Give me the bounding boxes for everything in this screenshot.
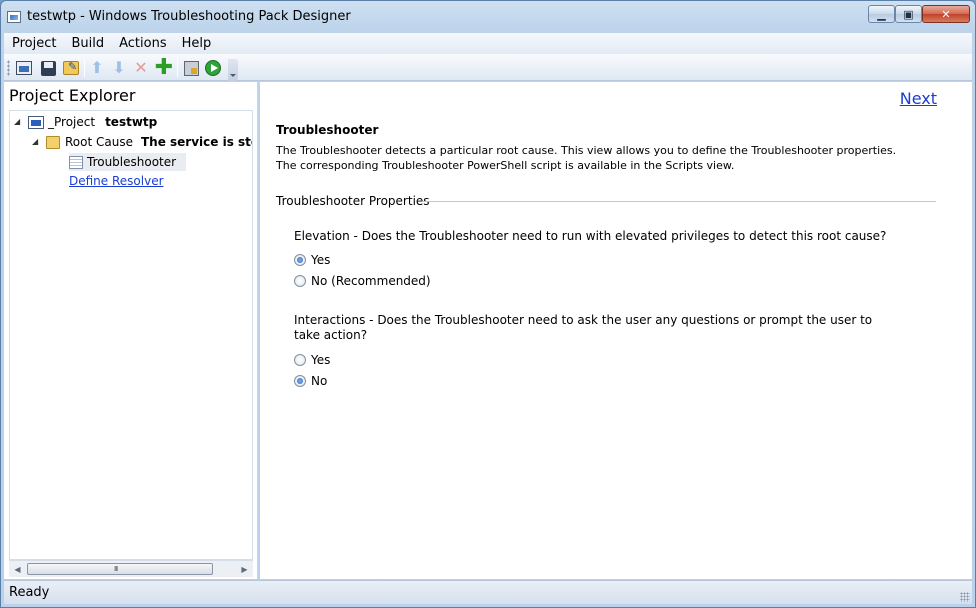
tree-item-define-resolver[interactable]: Define Resolver [69, 172, 164, 190]
app-icon[interactable] [7, 11, 21, 23]
document-icon [69, 155, 83, 169]
tree-item-project-name: testwtp [105, 115, 158, 129]
menu-bar: Project Build Actions Help [4, 33, 972, 54]
build-icon[interactable] [182, 59, 200, 77]
toolbar-grip[interactable] [7, 60, 10, 76]
status-bar: Ready [4, 580, 972, 604]
elevation-question: Elevation - Does the Troubleshooter need… [294, 229, 887, 243]
radio-button-checked[interactable] [294, 254, 306, 266]
interactions-no-label: No [311, 374, 328, 388]
horizontal-scrollbar[interactable]: ◀ III ▶ [9, 560, 253, 577]
window-title: testwtp - Windows Troubleshooting Pack D… [27, 9, 351, 24]
radio-button-checked[interactable] [294, 375, 306, 387]
tree-item-root-cause-label: Root Cause [65, 135, 133, 149]
scroll-right-icon[interactable]: ▶ [236, 561, 253, 577]
interactions-no-radio[interactable]: No [294, 373, 327, 389]
menu-project[interactable]: Project [4, 36, 63, 51]
next-link[interactable]: Next [900, 89, 937, 108]
add-icon[interactable]: ✚ [155, 57, 173, 79]
tree-item-project-label: _Project [48, 115, 96, 129]
collapse-arrow-icon[interactable]: ◢ [14, 117, 24, 127]
project-explorer-pane: Project Explorer ◢ _Project testwtp ◢ Ro… [4, 82, 258, 579]
collapse-arrow-icon[interactable]: ◢ [32, 137, 42, 147]
scrollbar-grip: III [114, 565, 118, 573]
move-up-icon[interactable]: ⬆ [88, 59, 106, 77]
title-bar[interactable]: testwtp - Windows Troubleshooting Pack D… [1, 1, 975, 33]
maximize-button[interactable]: ▣ [895, 5, 922, 23]
save-icon[interactable] [39, 59, 57, 77]
close-button[interactable]: ✕ [922, 5, 970, 23]
toolbar: ⬆ ⬇ ✕ ✚ [4, 54, 972, 81]
menu-help[interactable]: Help [174, 36, 219, 51]
project-explorer-title: Project Explorer [9, 86, 136, 105]
delete-icon[interactable]: ✕ [132, 59, 150, 77]
interactions-yes-radio[interactable]: Yes [294, 352, 330, 368]
folder-icon [46, 135, 60, 149]
status-text: Ready [9, 585, 50, 600]
section-description: The Troubleshooter detects a particular … [276, 144, 897, 172]
tree-item-project[interactable]: ◢ _Project testwtp [14, 113, 157, 131]
define-resolver-link[interactable]: Define Resolver [69, 174, 164, 188]
new-project-icon[interactable] [15, 59, 33, 77]
move-down-icon[interactable]: ⬇ [110, 59, 128, 77]
radio-button[interactable] [294, 275, 306, 287]
project-tree: ◢ _Project testwtp ◢ Root Cause The serv… [9, 110, 253, 560]
edit-project-icon[interactable] [62, 59, 80, 77]
menu-actions[interactable]: Actions [111, 36, 174, 51]
tree-item-troubleshooter[interactable]: Troubleshooter [69, 153, 187, 171]
interactions-question: Interactions - Does the Troubleshooter n… [294, 313, 873, 342]
group-divider [422, 201, 936, 202]
run-icon[interactable] [204, 59, 222, 77]
elevation-no-radio[interactable]: No (Recommended) [294, 273, 431, 289]
troubleshooter-view: Next Troubleshooter The Troubleshooter d… [260, 82, 972, 579]
section-title: Troubleshooter [276, 123, 379, 137]
toolbar-overflow-button[interactable] [228, 59, 238, 81]
menu-build[interactable]: Build [63, 36, 111, 51]
resize-grip[interactable] [960, 592, 970, 602]
tree-item-root-cause-name: The service is stop [140, 135, 252, 149]
tree-item-troubleshooter-label: Troubleshooter [87, 155, 177, 169]
elevation-no-label: No (Recommended) [311, 274, 431, 288]
project-icon [28, 115, 44, 129]
elevation-yes-radio[interactable]: Yes [294, 252, 330, 268]
elevation-yes-label: Yes [311, 253, 331, 267]
interactions-yes-label: Yes [311, 353, 331, 367]
scroll-left-icon[interactable]: ◀ [9, 561, 26, 577]
minimize-button[interactable]: ▁ [868, 5, 895, 23]
toolbar-separator [177, 59, 178, 77]
toolbar-separator [84, 59, 85, 77]
app-window: testwtp - Windows Troubleshooting Pack D… [0, 0, 976, 608]
scrollbar-thumb[interactable]: III [27, 563, 213, 575]
properties-group-label: Troubleshooter Properties [276, 194, 430, 208]
radio-button[interactable] [294, 354, 306, 366]
tree-item-root-cause[interactable]: ◢ Root Cause The service is stop [32, 133, 252, 151]
